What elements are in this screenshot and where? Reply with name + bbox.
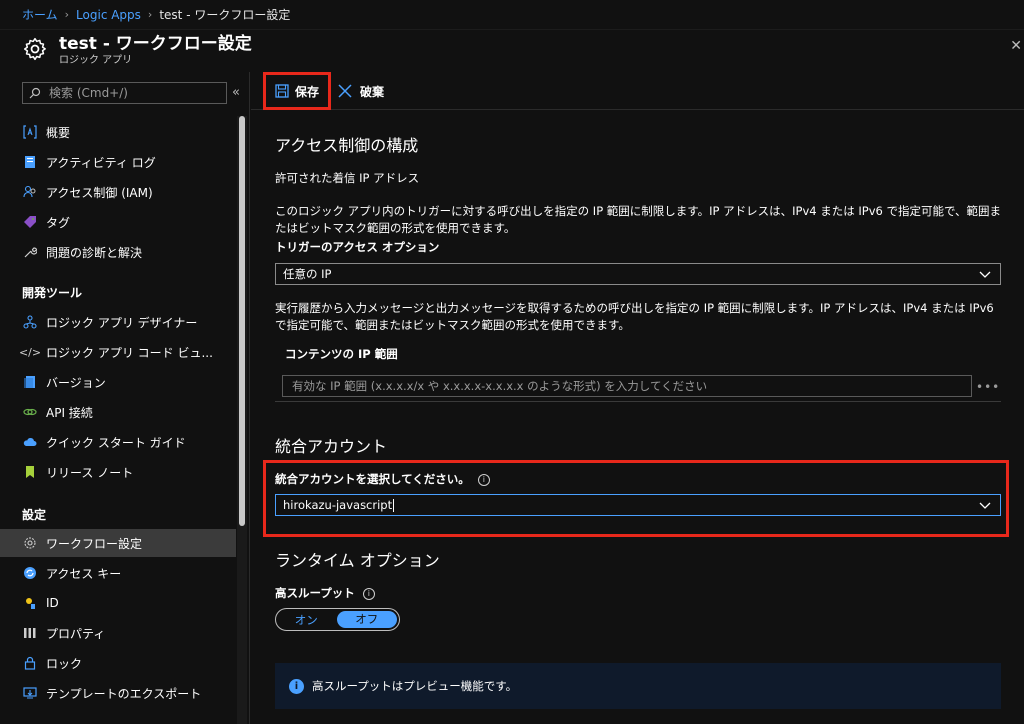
search-icon xyxy=(29,87,41,99)
info-icon: i xyxy=(289,678,304,694)
sidebar-item-api-connection[interactable]: API 接続 xyxy=(0,398,236,426)
content-ip-label: コンテンツの IP 範囲 xyxy=(285,347,398,361)
properties-icon xyxy=(22,625,38,641)
tag-icon xyxy=(22,214,38,230)
cloud-icon xyxy=(22,434,38,450)
text-cursor xyxy=(393,498,395,512)
page-title: test - ワークフロー設定 xyxy=(59,34,252,54)
search-input[interactable] xyxy=(49,86,219,100)
save-icon xyxy=(275,84,289,98)
search-box[interactable] xyxy=(22,82,227,104)
versions-icon xyxy=(22,374,38,390)
close-icon xyxy=(338,84,352,98)
content-description: 実行履歴から入力メッセージと出力メッセージを取得するための呼び出しを指定の IP… xyxy=(275,301,994,332)
command-bar: 保存 破棄 xyxy=(251,72,1024,110)
sidebar-item-locks[interactable]: ロック xyxy=(0,649,236,677)
sidebar-section-dev-tools: 開発ツール xyxy=(22,286,83,300)
gear-icon xyxy=(23,37,46,61)
chevron-down-icon xyxy=(979,271,991,278)
collapse-sidebar-icon[interactable]: « xyxy=(232,85,240,100)
high-throughput-toggle[interactable]: オン オフ xyxy=(275,608,400,631)
iam-icon xyxy=(22,184,38,200)
sidebar-item-code-view[interactable]: </> ロジック アプリ コード ビュ... xyxy=(0,338,236,366)
sidebar-item-workflow-settings[interactable]: ワークフロー設定 xyxy=(0,529,236,557)
designer-icon xyxy=(22,314,38,330)
sidebar-scrollbar[interactable] xyxy=(237,116,247,724)
breadcrumb: ホーム › Logic Apps › test - ワークフロー設定 xyxy=(0,0,1024,30)
integration-account-heading: 統合アカウント xyxy=(275,437,388,456)
api-connection-icon xyxy=(22,404,38,420)
sidebar-item-release-notes[interactable]: リリース ノート xyxy=(0,458,236,486)
identity-icon xyxy=(22,595,38,611)
sidebar-section-settings: 設定 xyxy=(22,508,47,522)
activity-log-icon xyxy=(22,154,38,170)
sidebar-item-properties[interactable]: プロパティ xyxy=(0,619,236,647)
chevron-down-icon xyxy=(979,502,991,509)
bookmark-icon xyxy=(22,464,38,480)
page-subtitle: ロジック アプリ xyxy=(59,55,133,66)
breadcrumb-home[interactable]: ホーム xyxy=(22,6,58,23)
allowed-ip-label: 許可された着信 IP アドレス xyxy=(275,171,420,185)
breadcrumb-logic-apps[interactable]: Logic Apps xyxy=(76,8,141,22)
trigger-access-dropdown[interactable]: 任意の IP xyxy=(275,263,1001,285)
trigger-description: このロジック アプリ内のトリガーに対する呼び出しを指定の IP 範囲に制限します… xyxy=(275,204,1002,235)
main-content: アクセス制御の構成 許可された着信 IP アドレス このロジック アプリ内のトリ… xyxy=(251,110,1024,724)
code-icon: </> xyxy=(18,345,42,359)
export-icon xyxy=(22,685,38,701)
lock-icon xyxy=(22,655,38,671)
divider xyxy=(275,401,1001,402)
toggle-off-option[interactable]: オフ xyxy=(336,611,397,628)
runtime-options-heading: ランタイム オプション xyxy=(275,551,440,570)
sidebar-item-iam[interactable]: アクセス制御 (IAM) xyxy=(0,178,236,206)
access-control-heading: アクセス制御の構成 xyxy=(275,136,419,155)
sidebar-item-designer[interactable]: ロジック アプリ デザイナー xyxy=(0,308,236,336)
breadcrumb-current: test - ワークフロー設定 xyxy=(159,8,291,22)
toggle-on-option[interactable]: オン xyxy=(276,612,337,628)
discard-button[interactable]: 破棄 xyxy=(337,80,384,102)
chevron-right-icon: › xyxy=(64,8,70,21)
info-icon[interactable]: i xyxy=(477,473,490,486)
gear-icon xyxy=(22,535,38,551)
sidebar-item-identity[interactable]: ID xyxy=(0,589,236,617)
sidebar-item-diagnose[interactable]: 問題の診断と解決 xyxy=(0,238,236,266)
trigger-access-label: トリガーのアクセス オプション xyxy=(275,240,440,254)
more-options-icon[interactable]: ••• xyxy=(976,380,1000,394)
info-icon[interactable]: i xyxy=(362,587,375,600)
sidebar-item-quickstart[interactable]: クイック スタート ガイド xyxy=(0,428,236,456)
wrench-icon xyxy=(22,244,38,260)
close-icon[interactable]: ✕ xyxy=(1010,38,1022,54)
sidebar-item-versions[interactable]: バージョン xyxy=(0,368,236,396)
sidebar-item-access-keys[interactable]: アクセス キー xyxy=(0,559,236,587)
content-ip-input[interactable]: 有効な IP 範囲 (x.x.x.x/x や x.x.x.x-x.x.x.x の… xyxy=(282,375,972,397)
sidebar-item-export-template[interactable]: テンプレートのエクスポート xyxy=(0,679,236,707)
page-header: test - ワークフロー設定 ロジック アプリ ✕ xyxy=(0,30,1024,72)
sidebar-item-overview[interactable]: 概要 xyxy=(0,118,236,146)
overview-icon xyxy=(22,124,38,140)
refresh-key-icon xyxy=(22,565,38,581)
chevron-right-icon: › xyxy=(147,8,153,21)
info-banner: i 高スループットはプレビュー機能です。 xyxy=(275,663,1001,709)
sidebar-item-activity-log[interactable]: アクティビティ ログ xyxy=(0,148,236,176)
save-button[interactable]: 保存 xyxy=(263,72,331,110)
high-throughput-label: 高スループット i xyxy=(275,585,375,602)
scrollbar-thumb[interactable] xyxy=(239,116,245,526)
integration-account-label: 統合アカウントを選択してください。 i xyxy=(275,471,490,488)
sidebar: « 概要 アクティビティ ログ アクセス制御 (IAM) タグ 問題の診断と解決… xyxy=(0,72,250,724)
integration-account-dropdown[interactable]: hirokazu-javascript xyxy=(275,494,1001,516)
sidebar-item-tags[interactable]: タグ xyxy=(0,208,236,236)
